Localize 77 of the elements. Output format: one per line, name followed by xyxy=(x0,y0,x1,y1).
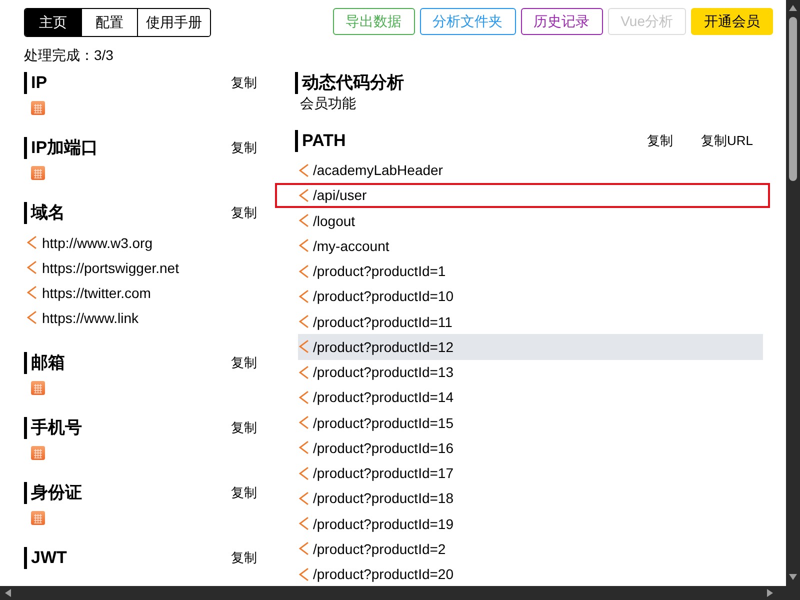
grid-tile-icon xyxy=(31,446,45,460)
toolbar-button[interactable]: 开通会员 xyxy=(691,8,773,35)
domain-link[interactable]: https://portswigger.net xyxy=(24,255,179,280)
path-item[interactable]: /product?productId=20 xyxy=(275,562,770,586)
chevron-left-icon xyxy=(299,390,309,404)
toolbar-button[interactable]: 历史记录 xyxy=(520,8,603,35)
copy-link[interactable]: 复制 xyxy=(231,204,257,222)
path-item[interactable]: /api/user xyxy=(275,182,770,208)
domain-link[interactable]: https://www.link xyxy=(24,305,138,330)
path-item[interactable]: /product?productId=16 xyxy=(275,435,770,460)
copy-link[interactable]: 复制 xyxy=(231,549,257,567)
section-title: 动态代码分析 xyxy=(295,72,404,94)
path-item[interactable]: /product?productId=2 xyxy=(275,536,770,562)
chevron-left-icon xyxy=(27,236,37,249)
section-title: IP xyxy=(24,72,48,94)
chevron-left-icon xyxy=(299,441,309,454)
grid-tile-icon xyxy=(31,381,45,395)
path-item[interactable]: /logout xyxy=(275,208,770,234)
chevron-left-icon xyxy=(299,568,309,581)
path-item[interactable]: /product?productId=19 xyxy=(275,511,770,536)
chevron-left-icon xyxy=(27,311,37,324)
scroll-down-icon[interactable] xyxy=(789,574,797,580)
copy-link[interactable]: 复制 xyxy=(231,484,257,502)
chevron-left-icon xyxy=(299,239,309,252)
copy-link[interactable]: 复制 xyxy=(231,139,257,157)
tab[interactable]: 主页 xyxy=(25,9,81,36)
chevron-left-icon xyxy=(299,290,309,303)
path-item[interactable]: /product?productId=11 xyxy=(275,309,770,334)
section-title: PATH xyxy=(295,130,346,152)
chevron-left-icon xyxy=(27,261,37,274)
chevron-left-icon xyxy=(299,264,309,278)
chevron-left-icon xyxy=(299,315,309,328)
vertical-scrollbar[interactable] xyxy=(786,0,800,586)
grid-tile-icon xyxy=(31,511,45,525)
scrollbar-thumb[interactable] xyxy=(789,17,797,181)
chevron-left-icon xyxy=(299,517,309,530)
grid-tile-icon xyxy=(31,166,45,180)
tab[interactable]: 使用手册 xyxy=(137,9,210,36)
scroll-up-icon[interactable] xyxy=(789,5,797,11)
chevron-left-icon xyxy=(299,492,309,505)
path-item[interactable]: /my-account xyxy=(275,233,770,258)
path-item[interactable]: /product?productId=15 xyxy=(275,410,770,436)
scroll-left-icon[interactable] xyxy=(5,589,11,597)
path-item[interactable]: /product?productId=10 xyxy=(275,284,770,309)
section-title: IP加端口 xyxy=(24,137,98,159)
section-title: 域名 xyxy=(24,202,65,224)
path-item[interactable]: /product?productId=18 xyxy=(275,486,770,511)
chevron-left-icon xyxy=(299,366,309,379)
grid-tile-icon xyxy=(31,101,45,115)
chevron-left-icon xyxy=(299,188,309,202)
path-item[interactable]: /product?productId=1 xyxy=(275,258,770,284)
chevron-left-icon xyxy=(299,416,309,430)
copy-link[interactable]: 复制URL xyxy=(700,132,753,150)
section-title: 身份证 xyxy=(24,482,82,504)
chevron-left-icon xyxy=(299,466,309,480)
scroll-right-icon[interactable] xyxy=(767,589,773,597)
section-title: JWT xyxy=(24,547,67,569)
path-item[interactable]: /product?productId=17 xyxy=(275,460,770,486)
path-item[interactable]: /academyLabHeader xyxy=(275,158,770,183)
copy-link[interactable]: 复制 xyxy=(231,74,257,92)
horizontal-scrollbar[interactable] xyxy=(0,586,786,600)
chevron-left-icon xyxy=(299,340,309,354)
path-item[interactable]: /product?productId=14 xyxy=(275,384,770,410)
copy-link[interactable]: 复制 xyxy=(646,132,673,150)
note-text: 会员功能 xyxy=(300,94,356,112)
domain-link[interactable]: http://www.w3.org xyxy=(24,230,152,255)
chevron-left-icon xyxy=(27,286,37,299)
path-item[interactable]: /product?productId=13 xyxy=(275,360,770,385)
chevron-left-icon xyxy=(299,542,309,556)
copy-link[interactable]: 复制 xyxy=(231,419,257,437)
chevron-left-icon xyxy=(299,164,309,177)
status-text: 处理完成：3/3 xyxy=(24,46,114,65)
section-title: 手机号 xyxy=(24,417,82,439)
domain-link[interactable]: https://twitter.com xyxy=(24,280,151,305)
section-title: 邮箱 xyxy=(24,352,65,374)
copy-link[interactable]: 复制 xyxy=(231,354,257,372)
chevron-left-icon xyxy=(299,214,309,228)
